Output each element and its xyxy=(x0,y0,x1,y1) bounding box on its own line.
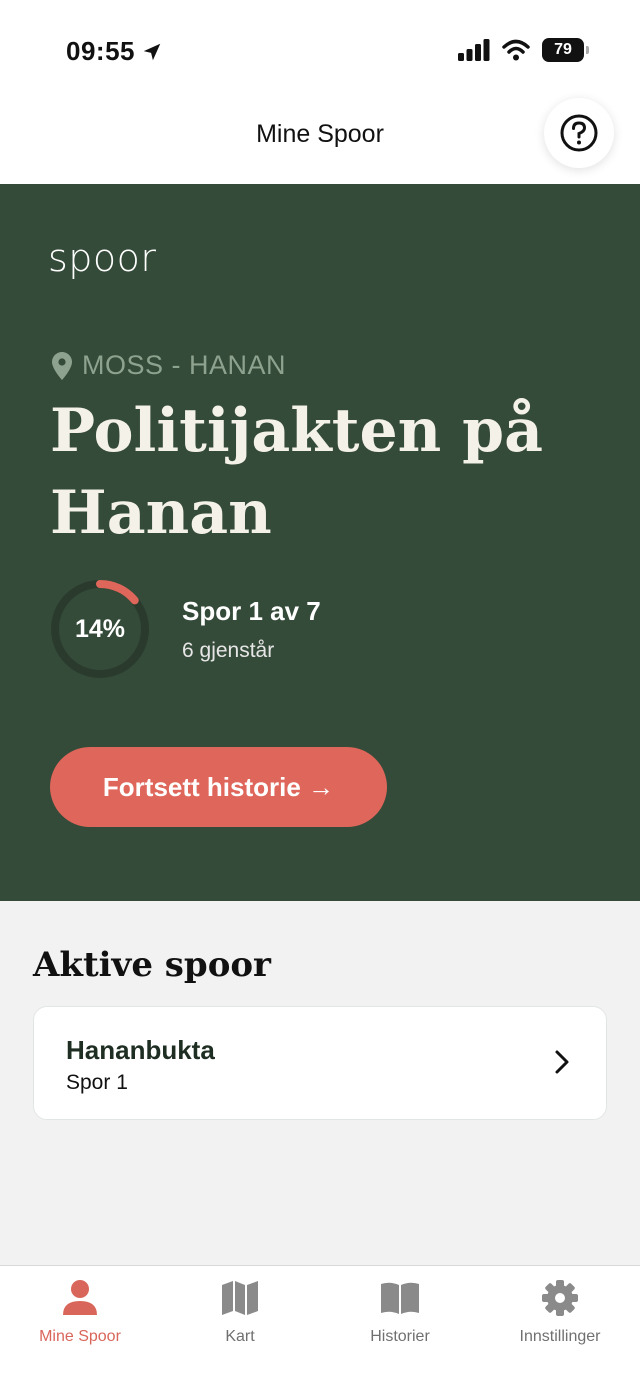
active-trail-title: Hananbukta xyxy=(66,1035,215,1065)
status-bar: 09:55 79 xyxy=(0,0,640,100)
progress-percent: 14% xyxy=(74,614,126,643)
brand-logo: spoor xyxy=(48,236,157,280)
map-pin-icon xyxy=(52,351,72,380)
book-icon xyxy=(380,1278,420,1318)
tab-bar: Mine Spoor Kart Historier Innstillinger xyxy=(0,1265,640,1391)
location-arrow-icon xyxy=(143,43,161,60)
location-label: MOSS - HANAN xyxy=(52,350,286,381)
tab-historier[interactable]: Historier xyxy=(320,1266,480,1391)
active-trail-card[interactable]: Hananbukta Spor 1 xyxy=(33,1006,607,1120)
chevron-right-icon xyxy=(555,1050,569,1074)
wifi-icon xyxy=(502,39,530,61)
status-time-text: 09:55 xyxy=(66,36,135,66)
question-circle-icon xyxy=(560,114,598,152)
signal-icon xyxy=(458,39,490,61)
tab-label: Mine Spoor xyxy=(39,1328,121,1345)
status-indicators: 79 xyxy=(458,38,589,62)
battery-indicator: 79 xyxy=(542,38,589,62)
active-section-title: Aktive spoor xyxy=(33,945,271,985)
gear-icon xyxy=(540,1278,580,1318)
status-time: 09:55 xyxy=(66,36,163,67)
tab-label: Innstillinger xyxy=(519,1328,601,1345)
story-title: Politijakten på Hanan xyxy=(50,396,544,548)
active-trail-subtitle: Spor 1 xyxy=(66,1071,128,1094)
progress-remaining: 6 gjenstår xyxy=(182,639,275,662)
header: Mine Spoor xyxy=(0,98,640,184)
hero-section: spoor MOSS - HANAN Politijakten på Hanan… xyxy=(0,184,640,901)
continue-story-button[interactable]: Fortsett historie → xyxy=(50,747,387,827)
person-icon xyxy=(60,1278,100,1318)
tab-mine-spoor[interactable]: Mine Spoor xyxy=(0,1266,160,1391)
map-icon xyxy=(220,1278,260,1318)
continue-story-label: Fortsett historie → xyxy=(102,771,335,802)
location-text: MOSS - HANAN xyxy=(82,350,287,380)
progress-step: Spor 1 av 7 xyxy=(182,596,321,626)
tab-label: Historier xyxy=(370,1328,430,1345)
help-button[interactable] xyxy=(544,98,614,168)
tab-label: Kart xyxy=(225,1328,255,1345)
tab-innstillinger[interactable]: Innstillinger xyxy=(480,1266,640,1391)
tab-kart[interactable]: Kart xyxy=(160,1266,320,1391)
